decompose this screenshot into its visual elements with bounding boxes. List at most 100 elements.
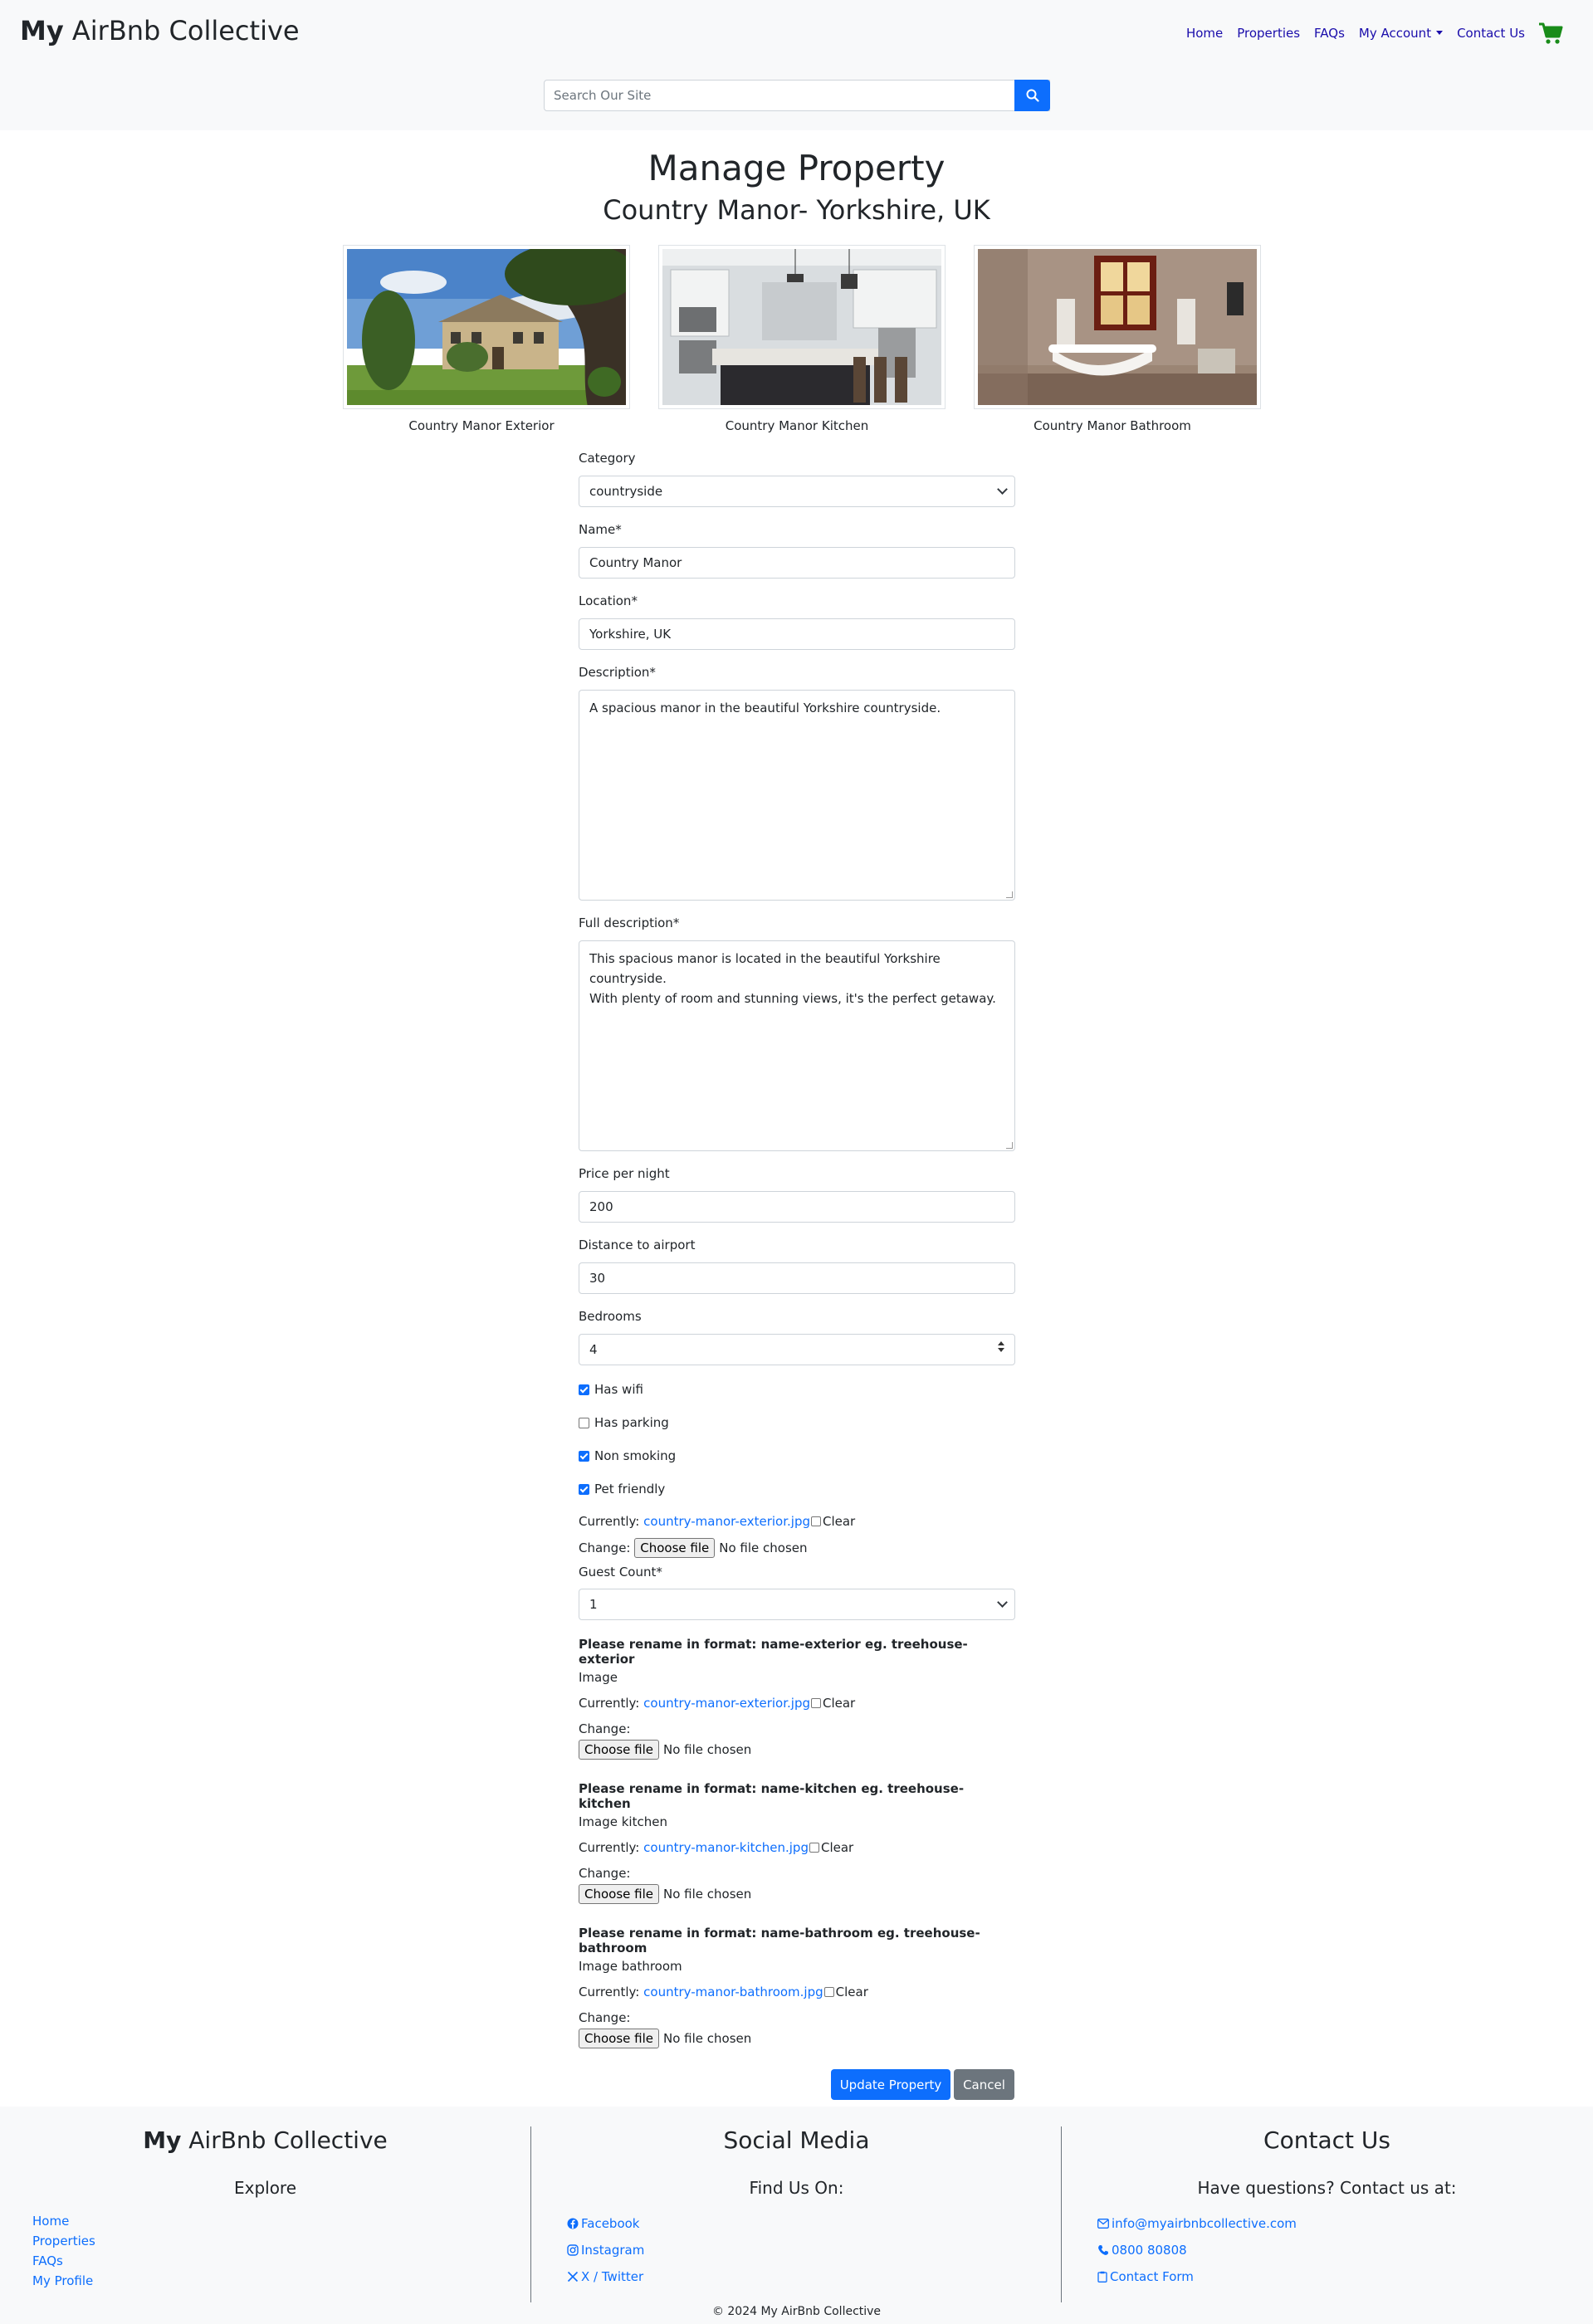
bathroom-caption: Country Manor Bathroom <box>1033 418 1191 433</box>
nav-my-account-dropdown[interactable]: My Account <box>1359 26 1443 41</box>
search-icon <box>1026 89 1039 102</box>
phone-link[interactable]: 0800 80808 <box>1097 2243 1187 2258</box>
site-brand[interactable]: My AirBnb Collective <box>20 15 300 46</box>
contact-prompt: Have questions? Contact us at: <box>1197 2178 1457 2198</box>
x-twitter-icon <box>567 2271 579 2282</box>
contact-us-heading: Contact Us <box>1263 2126 1390 2154</box>
pet-friendly-checkbox[interactable]: Pet friendly <box>579 1482 665 1496</box>
distance-input[interactable]: 30 <box>579 1262 1015 1294</box>
site-footer: My AirBnb Collective Explore Home Proper… <box>0 2107 1593 2324</box>
guest-count-select[interactable]: 1 <box>579 1589 1015 1620</box>
description-textarea[interactable]: A spacious manor in the beautiful Yorksh… <box>579 690 1015 901</box>
x-twitter-link[interactable]: X / Twitter <box>567 2269 643 2284</box>
search-button[interactable] <box>1014 80 1050 111</box>
image-kitchen-label: Image kitchen <box>579 1814 667 1829</box>
exterior-rename-note: Please rename in format: name-exterior e… <box>579 1637 968 1667</box>
price-input[interactable]: 200 <box>579 1191 1015 1223</box>
property-subtitle: Country Manor- Yorkshire, UK <box>603 194 990 226</box>
image-label: Image <box>579 1670 618 1685</box>
chevron-down-icon <box>997 484 1008 495</box>
non-smoking-checkbox[interactable]: Non smoking <box>579 1448 676 1463</box>
number-spinner-icon[interactable] <box>998 1341 1004 1352</box>
clear-checkbox[interactable] <box>809 1843 819 1853</box>
checkbox-checked-icon[interactable] <box>579 1384 589 1395</box>
image-kitchen-current-row: Currently: country-manor-kitchen.jpg Clea… <box>579 1840 854 1855</box>
choose-file-button[interactable]: Choose file <box>579 2029 659 2048</box>
update-property-button[interactable]: Update Property <box>831 2069 950 2100</box>
nav-contact-us[interactable]: Contact Us <box>1457 26 1525 41</box>
resize-handle-icon[interactable] <box>1006 1142 1013 1149</box>
choose-file-button[interactable]: Choose file <box>634 1538 716 1558</box>
envelope-icon <box>1097 2219 1109 2229</box>
copyright: © 2024 My AirBnb Collective <box>711 2305 882 2318</box>
choose-file-button[interactable]: Choose file <box>579 1740 659 1760</box>
checkbox-unchecked-icon[interactable] <box>579 1417 589 1428</box>
clipboard-icon <box>1097 2271 1107 2282</box>
contact-form-link[interactable]: Contact Form <box>1097 2269 1194 2284</box>
site-header: My AirBnb Collective Home Properties FAQ… <box>0 0 1593 130</box>
guest-count-label: Guest Count* <box>579 1565 662 1579</box>
image-kitchen-current-link[interactable]: country-manor-kitchen.jpg <box>643 1840 809 1855</box>
image-kitchen-file-row: Choose file No file chosen <box>579 1884 751 1904</box>
location-input[interactable]: Yorkshire, UK <box>579 618 1015 650</box>
image-bathroom-current-row: Currently: country-manor-bathroom.jpg Cle… <box>579 1985 868 1999</box>
image-bathroom-file-row: Choose file No file chosen <box>579 2029 751 2048</box>
image-file-row: Choose file No file chosen <box>579 1740 751 1760</box>
cancel-button[interactable]: Cancel <box>954 2069 1014 2100</box>
nav-faqs[interactable]: FAQs <box>1314 26 1345 41</box>
email-link[interactable]: info@myairbnbcollective.com <box>1097 2216 1297 2231</box>
nav-home[interactable]: Home <box>1186 26 1223 41</box>
facebook-link[interactable]: Facebook <box>567 2216 639 2231</box>
has-parking-checkbox[interactable]: Has parking <box>579 1415 669 1430</box>
image-bathroom-change-label: Change: <box>579 2010 631 2025</box>
no-file-text: No file chosen <box>719 1540 808 1555</box>
bathroom-image <box>974 245 1261 409</box>
image-bathroom-label: Image bathroom <box>579 1959 682 1974</box>
distance-label: Distance to airport <box>579 1238 696 1252</box>
footer-link-properties[interactable]: Properties <box>32 2234 95 2248</box>
price-label: Price per night <box>579 1166 670 1181</box>
image-current-row: Currently: country-manor-exterior.jpg Cle… <box>579 1696 856 1711</box>
footer-link-home[interactable]: Home <box>32 2214 69 2229</box>
choose-file-button[interactable]: Choose file <box>579 1884 659 1904</box>
nav-properties[interactable]: Properties <box>1237 26 1300 41</box>
has-wifi-checkbox[interactable]: Has wifi <box>579 1382 643 1397</box>
cart-icon[interactable] <box>1538 22 1563 45</box>
clear-checkbox[interactable] <box>811 1516 821 1526</box>
full-description-textarea[interactable]: This spacious manor is located in the be… <box>579 940 1015 1151</box>
footer-brand: My AirBnb Collective <box>143 2126 388 2154</box>
instagram-icon <box>567 2244 579 2256</box>
image-kitchen-change-label: Change: <box>579 1866 631 1881</box>
phone-icon <box>1098 2245 1108 2255</box>
footer-link-faqs[interactable]: FAQs <box>32 2253 63 2268</box>
exterior-image <box>343 245 630 409</box>
image-bathroom-current-link[interactable]: country-manor-bathroom.jpg <box>643 1985 823 1999</box>
kitchen-caption: Country Manor Kitchen <box>725 418 869 433</box>
checkbox-checked-icon[interactable] <box>579 1483 589 1495</box>
checkbox-checked-icon[interactable] <box>579 1450 589 1462</box>
full-description-label: Full description* <box>579 915 680 930</box>
location-label: Location* <box>579 593 638 608</box>
footer-link-my-profile[interactable]: My Profile <box>32 2273 93 2288</box>
instagram-link[interactable]: Instagram <box>567 2243 644 2258</box>
social-media-heading: Social Media <box>723 2126 870 2154</box>
kitchen-rename-note: Please rename in format: name-kitchen eg… <box>579 1781 965 1811</box>
image-current-link[interactable]: country-manor-exterior.jpg <box>643 1696 810 1711</box>
exterior-caption: Country Manor Exterior <box>408 418 555 433</box>
main-nav: Home Properties FAQs My Account Contact … <box>1172 21 1593 46</box>
find-us-heading: Find Us On: <box>749 2178 844 2198</box>
clear-checkbox[interactable] <box>823 1987 834 1997</box>
bedrooms-input[interactable]: 4 <box>579 1334 1015 1365</box>
image-change-label: Change: <box>579 1721 631 1736</box>
bedrooms-label: Bedrooms <box>579 1309 642 1324</box>
file1-change-row: Change: Choose file No file chosen <box>579 1538 808 1558</box>
file1-current-link[interactable]: country-manor-exterior.jpg <box>643 1514 810 1529</box>
search-input[interactable] <box>544 80 1050 111</box>
clear-checkbox[interactable] <box>811 1698 821 1708</box>
resize-handle-icon[interactable] <box>1006 891 1013 898</box>
kitchen-image <box>658 245 946 409</box>
bathroom-rename-note: Please rename in format: name-bathroom e… <box>579 1926 980 1955</box>
category-select[interactable]: countryside <box>579 476 1015 507</box>
facebook-icon <box>567 2218 579 2229</box>
name-input[interactable]: Country Manor <box>579 547 1015 579</box>
